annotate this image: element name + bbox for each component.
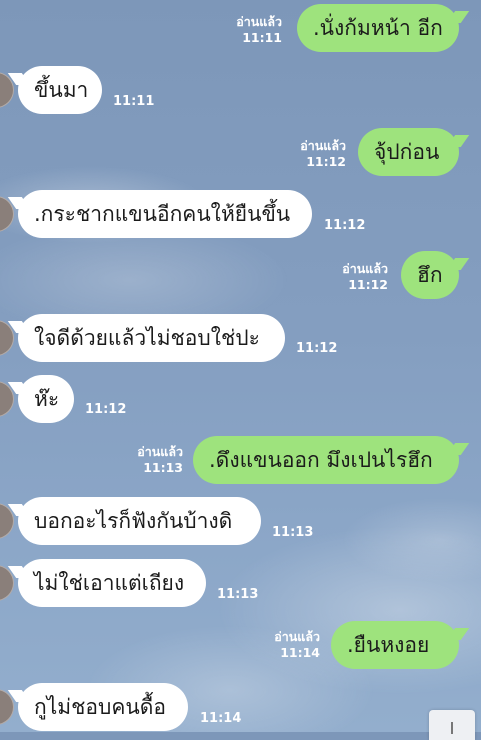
- outgoing-message-bubble[interactable]: จุ้ปก่อน: [358, 128, 459, 176]
- read-receipt: อ่านแล้ว: [342, 261, 388, 276]
- incoming-message-bubble[interactable]: บอกอะไรก็ฟังกันบ้างดิ: [18, 497, 261, 545]
- message-time: 11:13: [272, 525, 314, 540]
- message-time: 11:13: [217, 587, 259, 602]
- message-meta: อ่านแล้ว 11:13: [137, 444, 183, 476]
- message-time: 11:11: [242, 30, 282, 45]
- read-receipt: อ่านแล้ว: [137, 444, 183, 459]
- outgoing-message-bubble[interactable]: ฮึก: [401, 251, 459, 299]
- message-time: 11:13: [143, 460, 183, 475]
- incoming-message-bubble[interactable]: ห๊ะ: [18, 375, 74, 423]
- message-meta: อ่านแล้ว 11:11: [236, 14, 282, 46]
- incoming-message-bubble[interactable]: ใจดีด้วยแล้วไม่ชอบใช่ปะ: [18, 314, 285, 362]
- message-time: 11:12: [324, 218, 366, 233]
- scroll-down-icon[interactable]: [429, 710, 475, 740]
- message-time: 11:14: [280, 645, 320, 660]
- incoming-message-bubble[interactable]: .กระชากแขนอีกคนให้ยืนขึ้น: [18, 190, 312, 238]
- message-time: 11:12: [348, 277, 388, 292]
- message-time: 11:11: [113, 94, 155, 109]
- read-receipt: อ่านแล้ว: [274, 629, 320, 644]
- message-time: 11:12: [306, 154, 346, 169]
- message-meta: อ่านแล้ว 11:12: [300, 138, 346, 170]
- outgoing-message-bubble[interactable]: .นั่งก้มหน้า อีก: [297, 4, 459, 52]
- chat-area[interactable]: อ่านแล้ว 11:11 .นั่งก้มหน้า อีก ขึ้นมา 1…: [0, 0, 481, 740]
- read-receipt: อ่านแล้ว: [236, 14, 282, 29]
- message-meta: อ่านแล้ว 11:14: [274, 629, 320, 661]
- incoming-message-bubble[interactable]: กูไม่ชอบคนดื้อ: [18, 683, 188, 731]
- incoming-message-bubble[interactable]: ไม่ใช่เอาแต่เถียง: [18, 559, 206, 607]
- message-time: 11:14: [200, 711, 242, 726]
- message-meta: อ่านแล้ว 11:12: [342, 261, 388, 293]
- read-receipt: อ่านแล้ว: [300, 138, 346, 153]
- message-time: 11:12: [85, 402, 127, 417]
- outgoing-message-bubble[interactable]: .ดึงแขนออก มึงเปนไรฮึก: [193, 436, 459, 484]
- outgoing-message-bubble[interactable]: .ยืนหงอย: [331, 621, 459, 669]
- message-time: 11:12: [296, 341, 338, 356]
- incoming-message-bubble[interactable]: ขึ้นมา: [18, 66, 102, 114]
